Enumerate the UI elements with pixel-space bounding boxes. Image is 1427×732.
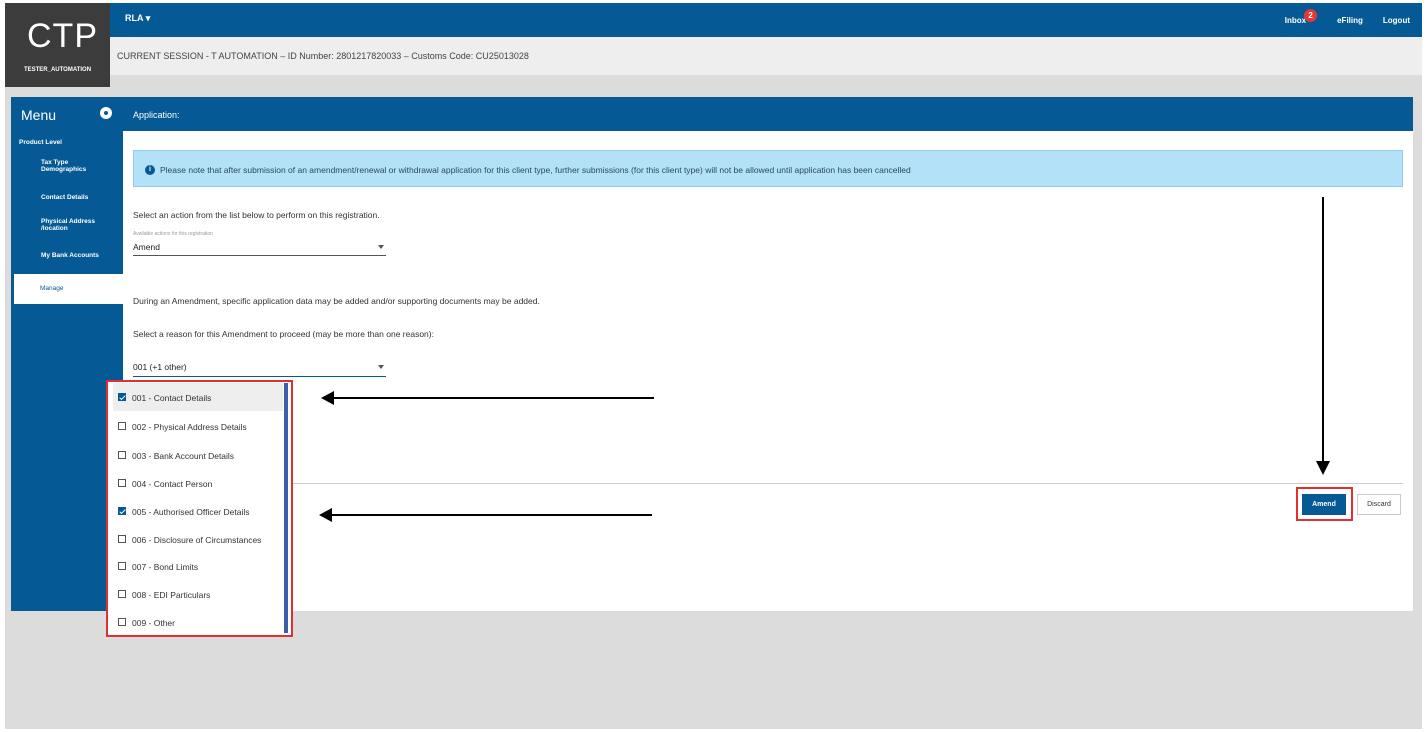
sidebar-section-product-level: Product Level xyxy=(19,139,62,146)
sidebar-item-physical-address[interactable]: Physical Address /location xyxy=(41,218,101,232)
annotation-arrow-down xyxy=(1316,197,1330,475)
session-bar: CURRENT SESSION - T AUTOMATION – ID Numb… xyxy=(110,37,1422,75)
sidebar-item-label: Manage xyxy=(40,285,64,292)
reason-option[interactable]: 008 - EDI Particulars xyxy=(113,580,283,608)
dropdown-scrollbar[interactable] xyxy=(284,383,288,633)
logout-link[interactable]: Logout xyxy=(1383,16,1410,25)
menu-toggle-icon[interactable] xyxy=(100,107,112,119)
reason-option-label: 006 - Disclosure of Circumstances xyxy=(132,535,262,545)
chevron-down-icon xyxy=(378,245,384,249)
checkbox-checked-icon[interactable] xyxy=(118,393,126,401)
checkbox-icon[interactable] xyxy=(118,479,126,487)
discard-button[interactable]: Discard xyxy=(1357,494,1401,515)
reason-option-label: 004 - Contact Person xyxy=(132,479,213,489)
sidebar-item-my-bank-accounts[interactable]: My Bank Accounts xyxy=(41,252,99,259)
reason-option[interactable]: 003 - Bank Account Details xyxy=(113,441,283,469)
reason-option-label: 005 - Authorised Officer Details xyxy=(132,507,250,517)
reason-option[interactable]: 001 - Contact Details xyxy=(113,383,283,411)
reason-select[interactable]: 001 (+1 other) xyxy=(133,362,386,377)
reason-option[interactable]: 005 - Authorised Officer Details xyxy=(113,497,283,525)
checkbox-icon[interactable] xyxy=(118,590,126,598)
amend-button[interactable]: Amend xyxy=(1302,494,1346,515)
inbox-label: Inbox xyxy=(1284,16,1307,25)
reason-option-label: 007 - Bond Limits xyxy=(132,562,199,572)
reason-option[interactable]: 004 - Contact Person xyxy=(113,469,283,497)
checkbox-icon[interactable] xyxy=(118,618,126,626)
sidebar-item-manage[interactable]: Manage xyxy=(14,274,123,304)
inbox-link[interactable]: Inbox2 xyxy=(1284,9,1318,27)
notice-text: Please note that after submission of an … xyxy=(160,165,911,175)
sidebar-item-contact-details[interactable]: Contact Details xyxy=(41,194,88,201)
reason-prompt: Select a reason for this Amendment to pr… xyxy=(133,329,434,339)
select-action-text: Select an action from the list below to … xyxy=(133,210,380,220)
reason-option-label: 002 - Physical Address Details xyxy=(132,422,247,432)
checkbox-icon[interactable] xyxy=(118,451,126,459)
efiling-link[interactable]: eFiling xyxy=(1337,16,1363,25)
checkbox-icon[interactable] xyxy=(118,562,126,570)
reason-option[interactable]: 002 - Physical Address Details xyxy=(113,412,283,440)
reason-select-value: 001 (+1 other) xyxy=(133,362,187,372)
inbox-badge: 2 xyxy=(1304,9,1318,22)
action-select-value: Amend xyxy=(133,242,160,252)
info-icon: i xyxy=(145,165,155,175)
reason-option[interactable]: 006 - Disclosure of Circumstances xyxy=(113,525,283,553)
current-user: TESTER_AUTOMATION xyxy=(23,67,92,73)
divider xyxy=(292,483,1403,484)
application-title: Application: xyxy=(133,110,180,120)
application-header: Application: xyxy=(123,97,1413,131)
rla-dropdown[interactable]: RLA ▾ xyxy=(125,13,150,24)
available-actions-label: Available actions for this registration xyxy=(133,231,213,237)
chevron-down-icon: ▾ xyxy=(145,13,151,23)
reason-option-label: 001 - Contact Details xyxy=(132,393,212,403)
reason-option-label: 009 - Other xyxy=(132,618,175,628)
reason-option[interactable]: 007 - Bond Limits xyxy=(113,552,283,580)
top-bar: RLA ▾ Inbox2 eFiling Logout xyxy=(110,3,1422,37)
reason-option[interactable]: 009 - Other xyxy=(113,608,283,636)
annotation-arrow-left xyxy=(319,508,652,522)
page: CTP TESTER_AUTOMATION RLA ▾ Inbox2 eFili… xyxy=(0,0,1427,732)
annotation-arrow-left xyxy=(321,391,654,405)
checkbox-checked-icon[interactable] xyxy=(118,507,126,515)
sidebar-item-tax-type-demographics[interactable]: Tax Type Demographics xyxy=(41,159,101,173)
chevron-down-icon xyxy=(378,365,384,369)
notice-banner: i Please note that after submission of a… xyxy=(133,150,1403,187)
menu-header: Menu xyxy=(11,97,123,131)
amend-info-text: During an Amendment, specific applicatio… xyxy=(133,296,540,306)
top-nav: Inbox2 eFiling Logout xyxy=(1284,9,1410,27)
menu-title: Menu xyxy=(21,107,57,123)
reason-option-label: 008 - EDI Particulars xyxy=(132,590,211,600)
session-text: CURRENT SESSION - T AUTOMATION – ID Numb… xyxy=(117,51,529,61)
action-select[interactable]: Amend xyxy=(133,242,386,256)
logo-panel: CTP TESTER_AUTOMATION xyxy=(5,3,110,87)
checkbox-icon[interactable] xyxy=(118,422,126,430)
rla-label: RLA xyxy=(125,13,144,23)
reason-option-label: 003 - Bank Account Details xyxy=(132,451,235,461)
logo: CTP xyxy=(27,17,98,55)
checkbox-icon[interactable] xyxy=(118,535,126,543)
